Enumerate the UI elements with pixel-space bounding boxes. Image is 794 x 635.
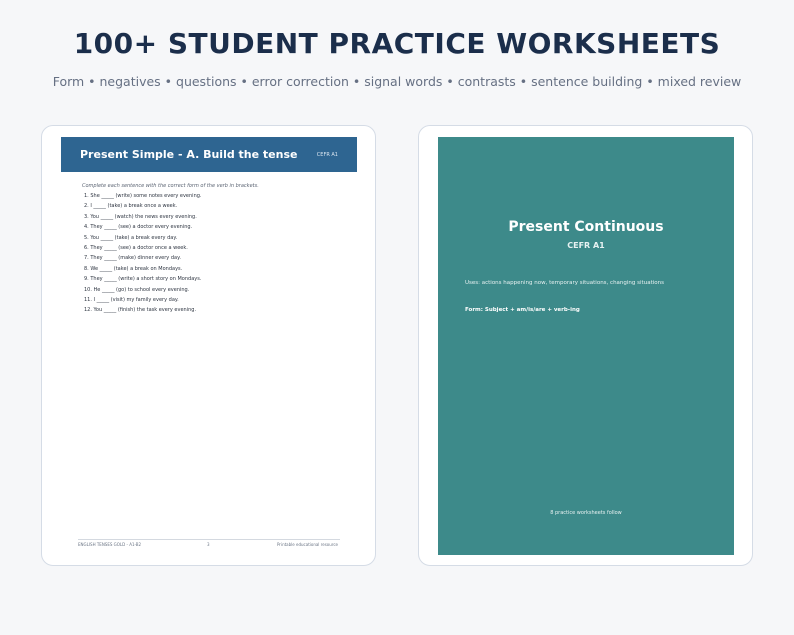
- page: 100+ STUDENT PRACTICE WORKSHEETS Form • …: [0, 0, 794, 635]
- cover-level-label: CEFR A1: [567, 241, 605, 250]
- worksheet-footer-note: Printable educational resource: [276, 542, 338, 547]
- cover-title: Present Continuous: [508, 219, 664, 235]
- cover-preview-card: Present Continuous CEFR A1 Uses: actions…: [418, 125, 753, 566]
- exercise-item: 12. You _____ (finish) the task every ev…: [84, 307, 197, 314]
- worksheet-page-number: 3: [207, 542, 210, 547]
- page-subtitle: Form • negatives • questions • error cor…: [52, 74, 742, 89]
- worksheet-level-label: CEFR A1: [316, 152, 338, 158]
- section-cover: Present Continuous CEFR A1 Uses: actions…: [438, 137, 734, 555]
- worksheet-footer-product: ENGLISH TENSES GOLD - A1-B2: [78, 542, 142, 547]
- worksheet-instructions: Complete each sentence with the correct …: [82, 183, 259, 189]
- cover-follow-note: 8 practice worksheets follow: [550, 510, 622, 516]
- worksheet-footer-divider: [78, 539, 340, 540]
- worksheet-title: Present Simple - A. Build the tense: [80, 148, 298, 161]
- worksheet-header-banner: Present Simple - A. Build the tense CEFR…: [61, 137, 357, 172]
- cover-form-text: Form: Subject + am/is/are + verb-ing: [465, 307, 580, 313]
- cover-uses-text: Uses: actions happening now, temporary s…: [465, 280, 664, 286]
- page-title: 100+ STUDENT PRACTICE WORKSHEETS: [73, 27, 721, 60]
- exercise-item: 9. They _____ (write) a short story on M…: [84, 276, 202, 283]
- worksheet-exercise-list: 1. She _____ (write) some notes every ev…: [84, 193, 202, 319]
- worksheet-preview-card: Present Simple - A. Build the tense CEFR…: [41, 125, 376, 566]
- exercise-item: 4. They _____ (see) a doctor every eveni…: [84, 224, 193, 231]
